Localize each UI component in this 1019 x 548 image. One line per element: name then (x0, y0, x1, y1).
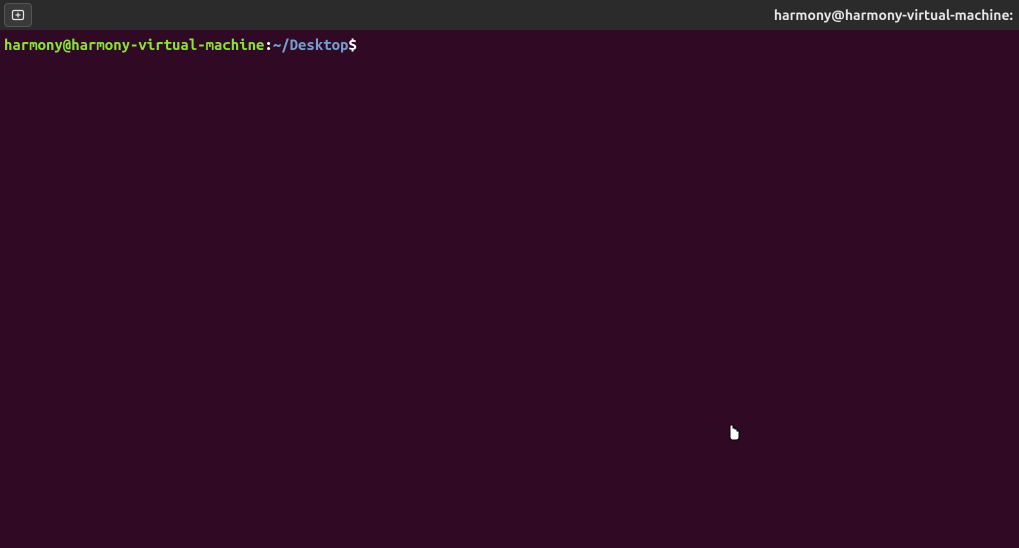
prompt-symbol: $ (348, 36, 356, 53)
terminal-viewport[interactable]: harmony@harmony-virtual-machine:~/Deskto… (0, 30, 1019, 548)
window-titlebar: harmony@harmony-virtual-machine: (0, 0, 1019, 30)
prompt-path: ~/Desktop (273, 36, 349, 53)
command-input[interactable] (357, 36, 757, 53)
prompt-separator: : (264, 36, 272, 53)
new-tab-icon (10, 7, 26, 23)
prompt-line: harmony@harmony-virtual-machine:~/Deskto… (4, 36, 1015, 54)
window-title: harmony@harmony-virtual-machine: (774, 7, 1015, 23)
prompt-user-host: harmony@harmony-virtual-machine (4, 36, 264, 53)
new-tab-button[interactable] (4, 3, 32, 27)
